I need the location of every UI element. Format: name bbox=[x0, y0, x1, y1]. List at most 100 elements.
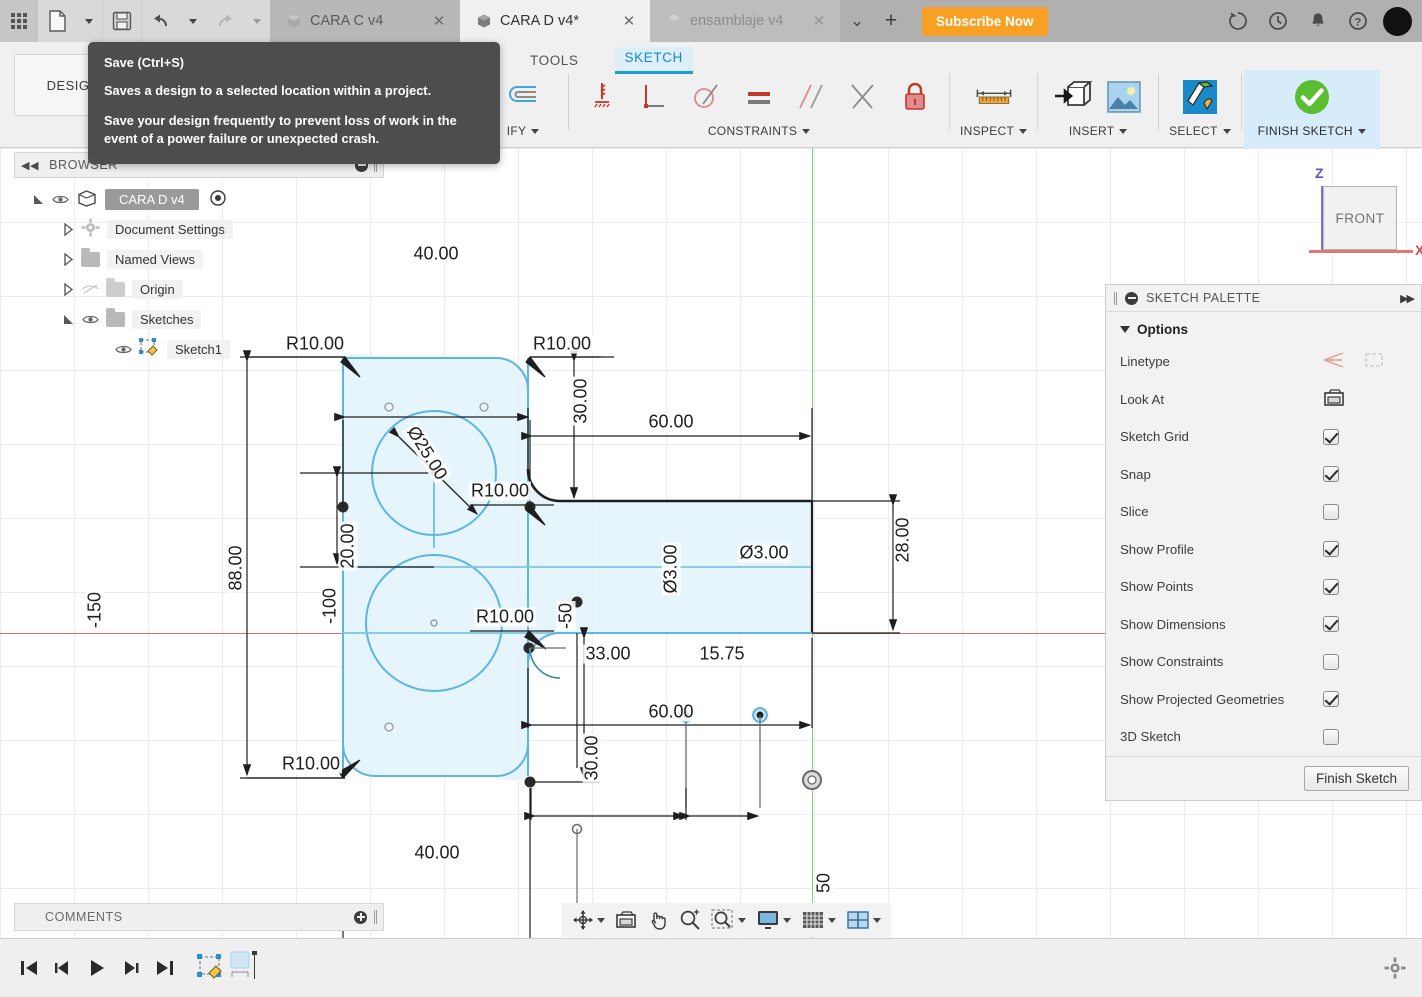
palette-section-options[interactable]: Options bbox=[1106, 312, 1421, 343]
3d-sketch-checkbox[interactable] bbox=[1323, 728, 1339, 745]
measure-tool-icon[interactable] bbox=[970, 72, 1018, 122]
browser-item-named-views[interactable]: Named Views bbox=[14, 244, 384, 274]
browser-item-origin[interactable]: Origin bbox=[14, 274, 384, 304]
timeline-extrude-feature[interactable] bbox=[228, 950, 262, 987]
palette-row-show-points[interactable]: Show Points bbox=[1106, 568, 1421, 606]
insert-derive-icon[interactable] bbox=[1048, 72, 1096, 122]
dimension-text-d-dia-3-b[interactable]: Ø3.00 bbox=[737, 543, 791, 563]
dimension-text-d-r10-mid[interactable]: R10.00 bbox=[468, 481, 532, 501]
add-comment-icon[interactable] bbox=[354, 910, 367, 924]
dimension-text-d-bottom-40[interactable]: 40.00 bbox=[412, 843, 462, 863]
fix-lock-icon[interactable] bbox=[891, 72, 939, 122]
view-cube[interactable]: Z FRONT X bbox=[1295, 158, 1422, 268]
sketch-canvas[interactable]: 40.00 40.00 R10.00 R10.00 R10.00 R10.00 R10.00… bbox=[0, 148, 1422, 938]
expand-triangle-icon[interactable] bbox=[62, 252, 74, 267]
slice-checkbox[interactable] bbox=[1323, 503, 1339, 520]
undo-dropdown[interactable] bbox=[180, 0, 206, 42]
dimension-text-d-15-75[interactable]: 15.75 bbox=[697, 644, 747, 664]
document-tab-cara-c[interactable]: CARA C v4 ✕ bbox=[270, 0, 460, 42]
subscribe-now-button[interactable]: Subscribe Now bbox=[922, 6, 1048, 36]
group-finish-label[interactable]: FINISH SKETCH bbox=[1258, 124, 1366, 138]
expand-triangle-icon[interactable] bbox=[62, 222, 74, 237]
sketch-grid-checkbox[interactable] bbox=[1323, 428, 1339, 445]
app-grid-icon[interactable] bbox=[0, 0, 38, 42]
display-settings-button[interactable] bbox=[752, 905, 795, 935]
browser-item-cara-d[interactable]: CARA D v4 bbox=[14, 184, 384, 214]
show-constraints-checkbox[interactable] bbox=[1323, 653, 1339, 670]
collapse-triangle-icon[interactable] bbox=[62, 313, 74, 325]
dimension-text-d-50[interactable]: 50 bbox=[814, 870, 834, 896]
look-at-icon[interactable] bbox=[1323, 388, 1345, 411]
dimension-text-d-33[interactable]: 33.00 bbox=[583, 644, 633, 664]
redo-icon[interactable] bbox=[206, 0, 244, 42]
visibility-eye-icon[interactable] bbox=[81, 314, 99, 325]
group-constraints-label[interactable]: CONSTRAINTS bbox=[708, 124, 811, 138]
viewports-button[interactable] bbox=[842, 905, 885, 935]
zoom-window-button[interactable] bbox=[707, 905, 750, 935]
show-projected-geometries-checkbox[interactable] bbox=[1323, 691, 1339, 708]
save-icon[interactable] bbox=[103, 0, 141, 42]
dimension-text-d-88[interactable]: 88.00 bbox=[226, 543, 246, 593]
notifications-bell-icon[interactable] bbox=[1299, 0, 1337, 42]
offset-tool-icon[interactable] bbox=[499, 72, 547, 122]
go-to-end-button[interactable] bbox=[148, 948, 182, 988]
go-to-beginning-button[interactable] bbox=[12, 948, 46, 988]
palette-row-show-profile[interactable]: Show Profile bbox=[1106, 531, 1421, 569]
new-document-icon[interactable] bbox=[38, 0, 76, 42]
group-modify-label[interactable]: IFY bbox=[507, 124, 540, 138]
orbit-button[interactable] bbox=[568, 905, 609, 935]
parallel-constraint-icon[interactable] bbox=[787, 72, 835, 122]
comments-grip-handle[interactable] bbox=[374, 910, 377, 924]
fix-unfix-constraint-icon[interactable] bbox=[579, 72, 627, 122]
finish-sketch-button[interactable]: Finish Sketch bbox=[1303, 765, 1409, 791]
construction-line-icon[interactable] bbox=[1323, 351, 1345, 372]
dimension-text-d-dia-3-a[interactable]: Ø3.00 bbox=[661, 542, 681, 596]
palette-row-sketch-grid[interactable]: Sketch Grid bbox=[1106, 418, 1421, 456]
palette-minimize-icon[interactable] bbox=[1125, 291, 1138, 305]
close-icon[interactable]: ✕ bbox=[812, 12, 826, 30]
close-icon[interactable]: ✕ bbox=[622, 12, 636, 30]
dimension-text-d-r10-lower[interactable]: R10.00 bbox=[473, 607, 537, 627]
refresh-icon[interactable] bbox=[1219, 0, 1257, 42]
step-back-button[interactable] bbox=[46, 948, 80, 988]
tab-overflow-chevron-down-icon[interactable]: ⌄ bbox=[840, 0, 874, 42]
palette-row-show-constraints[interactable]: Show Constraints bbox=[1106, 643, 1421, 681]
equal-constraint-icon[interactable] bbox=[735, 72, 783, 122]
play-button[interactable] bbox=[80, 948, 114, 988]
insert-image-icon[interactable] bbox=[1100, 72, 1148, 122]
group-finish-sketch[interactable]: FINISH SKETCH bbox=[1243, 70, 1380, 148]
account-avatar[interactable] bbox=[1383, 6, 1412, 36]
job-status-clock-icon[interactable] bbox=[1259, 0, 1297, 42]
redo-dropdown[interactable] bbox=[244, 0, 270, 42]
palette-row-show-projected[interactable]: Show Projected Geometries bbox=[1106, 681, 1421, 719]
dimension-text-d-neg-100[interactable]: -100 bbox=[320, 585, 340, 627]
visibility-eye-off-icon[interactable] bbox=[81, 283, 99, 295]
look-at-button[interactable] bbox=[611, 905, 641, 935]
finish-sketch-check-icon[interactable] bbox=[1288, 72, 1336, 122]
palette-grip-handle[interactable] bbox=[1114, 291, 1117, 305]
pan-button[interactable] bbox=[643, 905, 673, 935]
browser-item-sketch1[interactable]: Sketch1 bbox=[14, 334, 384, 364]
timeline-sketch1-feature[interactable] bbox=[196, 953, 226, 987]
grid-snap-button[interactable] bbox=[797, 905, 840, 935]
palette-row-show-dimensions[interactable]: Show Dimensions bbox=[1106, 606, 1421, 644]
document-tab-ensamblaje[interactable]: ensamblaje v4 ✕ bbox=[650, 0, 840, 42]
undo-icon[interactable] bbox=[142, 0, 180, 42]
document-tab-cara-d[interactable]: CARA D v4* ✕ bbox=[460, 0, 650, 42]
snap-checkbox[interactable] bbox=[1323, 466, 1339, 483]
palette-row-3d-sketch[interactable]: 3D Sketch bbox=[1106, 718, 1421, 756]
help-icon[interactable]: ? bbox=[1339, 0, 1377, 42]
centerline-icon[interactable] bbox=[1363, 351, 1385, 372]
palette-row-slice[interactable]: Slice bbox=[1106, 493, 1421, 531]
dimension-text-d-60-lower[interactable]: 60.00 bbox=[646, 702, 696, 722]
expand-triangle-icon[interactable] bbox=[62, 282, 74, 297]
expand-triangle-icon[interactable] bbox=[32, 193, 44, 205]
dimension-text-d-r10-tr[interactable]: R10.00 bbox=[530, 334, 594, 354]
show-dimensions-checkbox[interactable] bbox=[1323, 616, 1339, 633]
browser-item-sketches[interactable]: Sketches bbox=[14, 304, 384, 334]
tangent-constraint-icon[interactable] bbox=[683, 72, 731, 122]
close-icon[interactable]: ✕ bbox=[432, 12, 446, 30]
visibility-eye-icon[interactable] bbox=[114, 344, 132, 355]
comments-panel[interactable]: COMMENTS bbox=[14, 903, 384, 931]
dimension-text-d-30-lower[interactable]: 30.00 bbox=[582, 733, 602, 783]
